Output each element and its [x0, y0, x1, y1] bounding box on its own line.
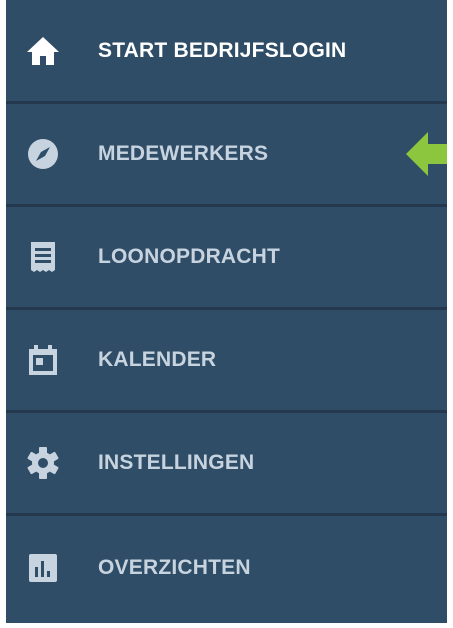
- sidebar-item-label: MEDEWERKERS: [98, 142, 269, 165]
- sidebar-item-label: LOONOPDRACHT: [98, 245, 281, 268]
- sidebar-item-loonopdracht[interactable]: LOONOPDRACHT: [6, 207, 447, 310]
- sidebar-item-medewerkers[interactable]: MEDEWERKERS: [6, 104, 447, 207]
- compass-icon: [26, 137, 60, 171]
- pointer-arrow-icon: [406, 132, 447, 176]
- calendar-icon: [26, 343, 60, 377]
- receipt-icon: [26, 240, 60, 274]
- sidebar-item-label: OVERZICHTEN: [98, 556, 251, 579]
- home-icon: [26, 34, 60, 68]
- sidebar-item-label: INSTELLINGEN: [98, 451, 255, 474]
- sidebar-item-overzichten[interactable]: OVERZICHTEN: [6, 516, 447, 620]
- sidebar-item-instellingen[interactable]: INSTELLINGEN: [6, 413, 447, 516]
- gear-icon: [26, 446, 60, 480]
- bar-chart-icon: [26, 551, 60, 585]
- sidebar-item-label: KALENDER: [98, 348, 217, 371]
- sidebar-item-label: START BEDRIJFSLOGIN: [98, 38, 347, 62]
- sidebar-menu: START BEDRIJFSLOGIN MEDEWERKERS LOONOPDR…: [6, 0, 447, 620]
- sidebar-item-kalender[interactable]: KALENDER: [6, 310, 447, 413]
- sidebar-nav: START BEDRIJFSLOGIN MEDEWERKERS LOONOPDR…: [6, 0, 447, 623]
- sidebar-item-start-bedrijfslogin[interactable]: START BEDRIJFSLOGIN: [6, 0, 447, 104]
